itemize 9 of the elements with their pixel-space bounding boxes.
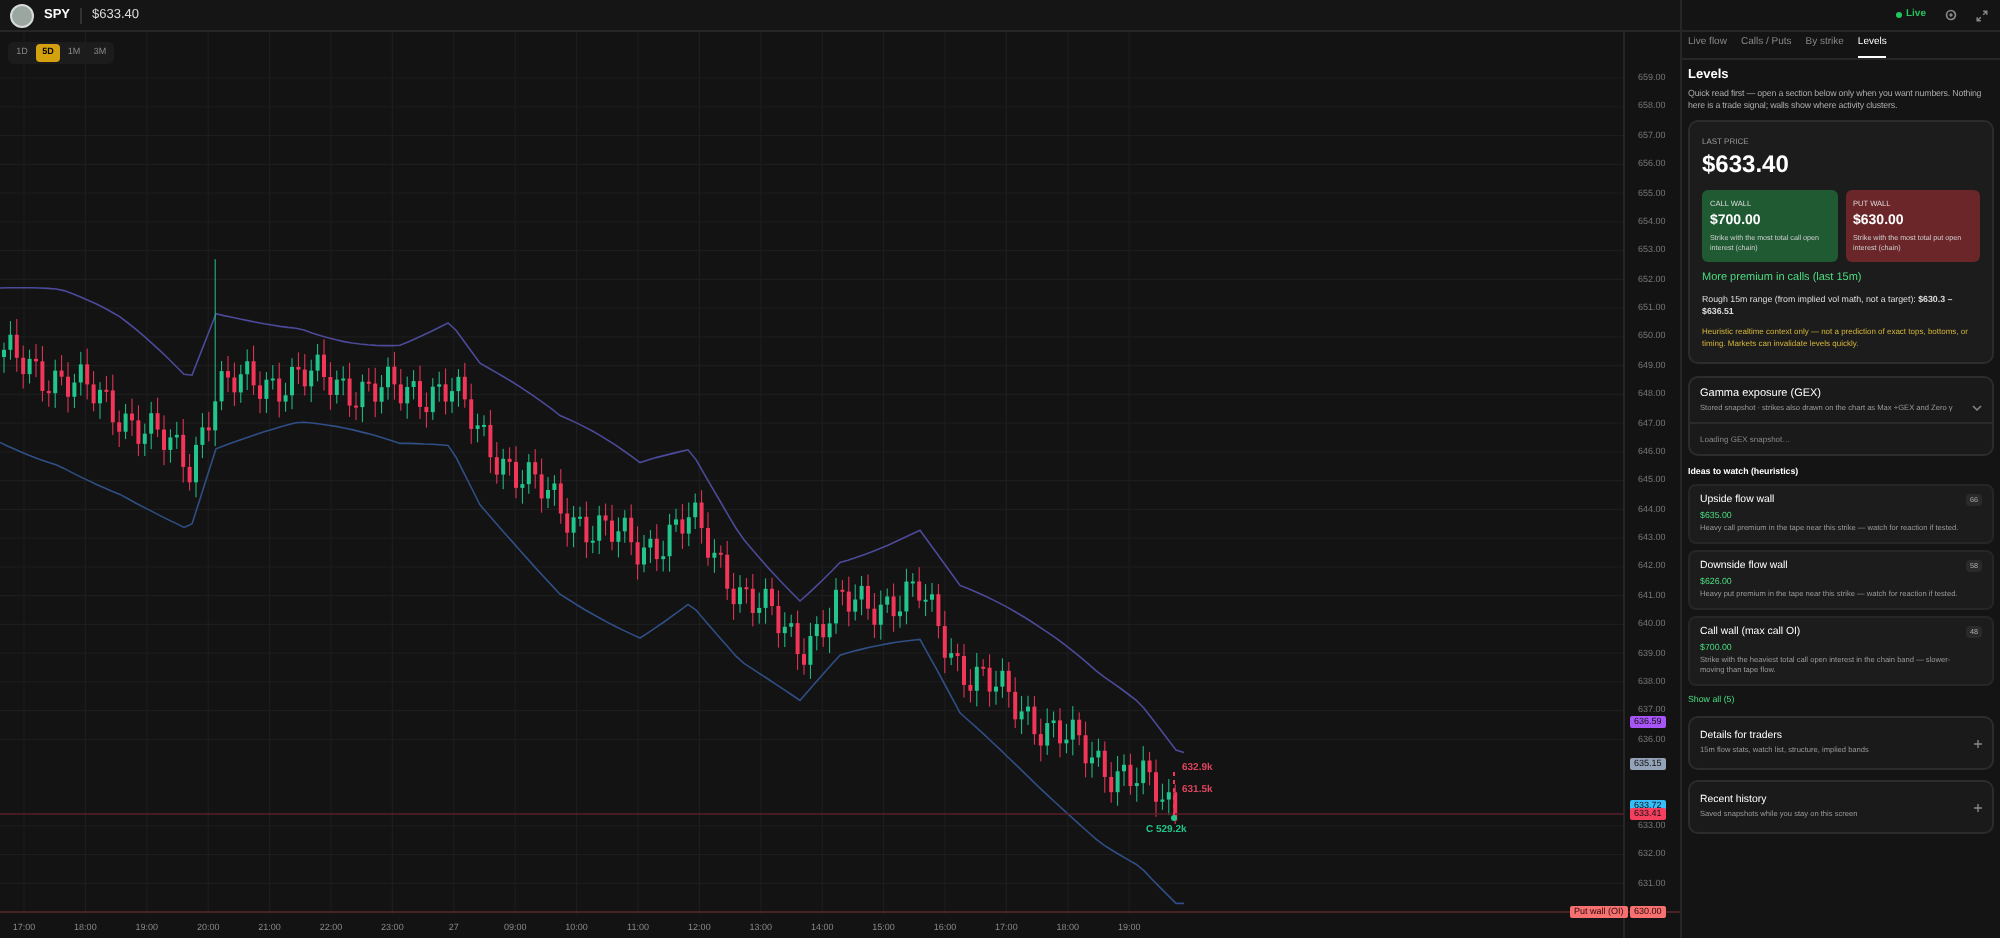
- dashed-marker-line: [1173, 771, 1175, 817]
- chevron-icon[interactable]: [1972, 404, 1982, 413]
- avatar: [10, 3, 34, 27]
- settings-icon[interactable]: [1944, 8, 1958, 22]
- marker-dot-icon: [1171, 815, 1177, 821]
- plus-icon[interactable]: [1974, 739, 1982, 748]
- plus-icon[interactable]: [1974, 803, 1982, 812]
- expand-icon[interactable]: [1976, 9, 1988, 21]
- last-price: $633.40: [1702, 150, 1791, 178]
